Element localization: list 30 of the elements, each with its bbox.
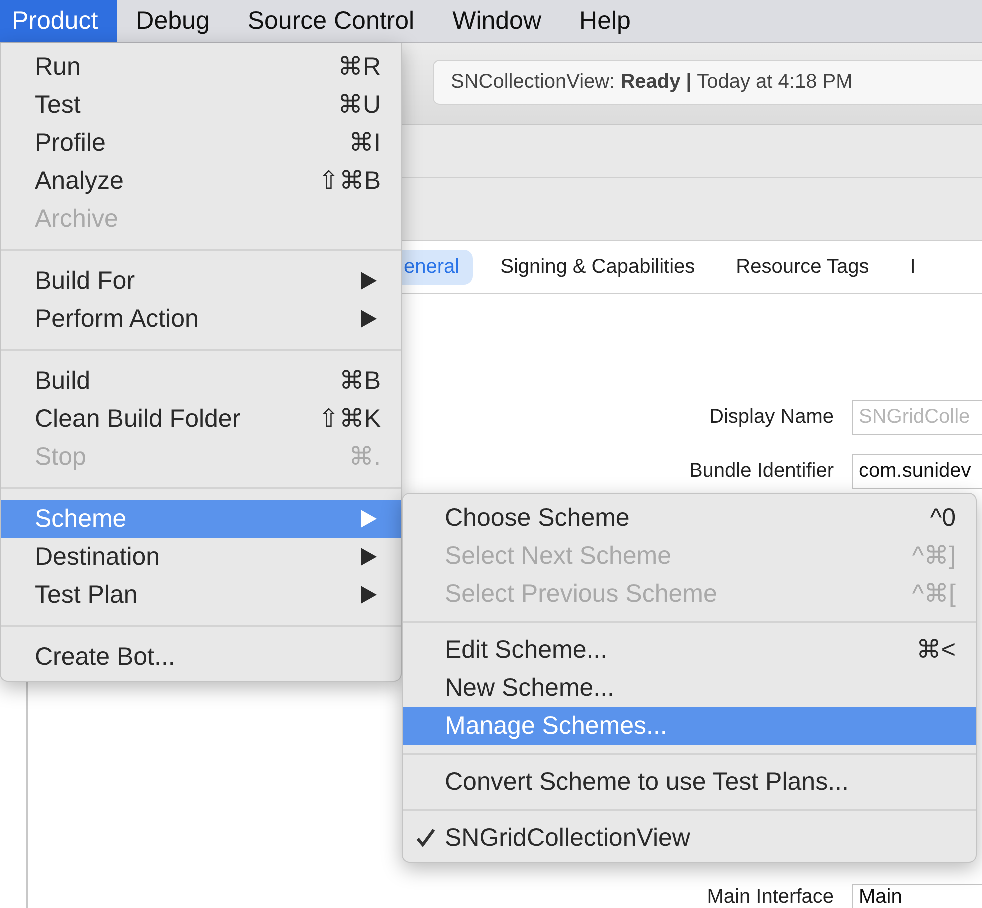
- menu-item[interactable]: Run ⌘R: [1, 48, 401, 86]
- menu-item[interactable]: Edit Scheme... ⌘<: [403, 631, 976, 669]
- menu-item[interactable]: Create Bot...: [1, 638, 401, 676]
- field-label: Main Interface: [707, 886, 834, 908]
- tab[interactable]: I: [897, 250, 929, 284]
- menu-item[interactable]: Analyze ⇧⌘B: [1, 162, 401, 200]
- menu-item[interactable]: Clean Build Folder ⇧⌘K: [1, 400, 401, 438]
- menu-bar-item[interactable]: Help: [560, 0, 650, 42]
- field-label: Display Name: [710, 406, 834, 429]
- tab[interactable]: Signing & Capabilities: [488, 250, 708, 284]
- menu-item[interactable]: Profile ⌘I: [1, 124, 401, 162]
- menu-item[interactable]: Choose Scheme ^0: [403, 499, 976, 537]
- menu-item[interactable]: Test ⌘U: [1, 86, 401, 124]
- activity-status: SNCollectionView: Ready | Today at 4:18 PM: [433, 60, 982, 105]
- field-label: Bundle Identifier: [689, 460, 834, 483]
- input-field[interactable]: com.sunidev: [852, 454, 982, 489]
- menu-bar-item[interactable]: Window: [434, 0, 561, 42]
- menu-item[interactable]: Perform Action: [1, 300, 401, 338]
- tab[interactable]: Resource Tags: [723, 250, 882, 284]
- menu-bar-item[interactable]: Debug: [117, 0, 229, 42]
- menu-bar-item[interactable]: Product: [0, 0, 118, 42]
- menu-item[interactable]: New Scheme...: [403, 669, 976, 707]
- menu-item[interactable]: Test Plan: [1, 576, 401, 614]
- menu-bar-item[interactable]: Source Control: [228, 0, 434, 42]
- menu-item[interactable]: Destination: [1, 538, 401, 576]
- input-field[interactable]: Main: [852, 884, 982, 908]
- menu-item[interactable]: Convert Scheme to use Test Plans...: [403, 763, 976, 801]
- menu-item[interactable]: SNGridCollectionView: [403, 819, 976, 857]
- input-field[interactable]: SNGridColle: [852, 400, 982, 435]
- menu-item[interactable]: Build ⌘B: [1, 362, 401, 400]
